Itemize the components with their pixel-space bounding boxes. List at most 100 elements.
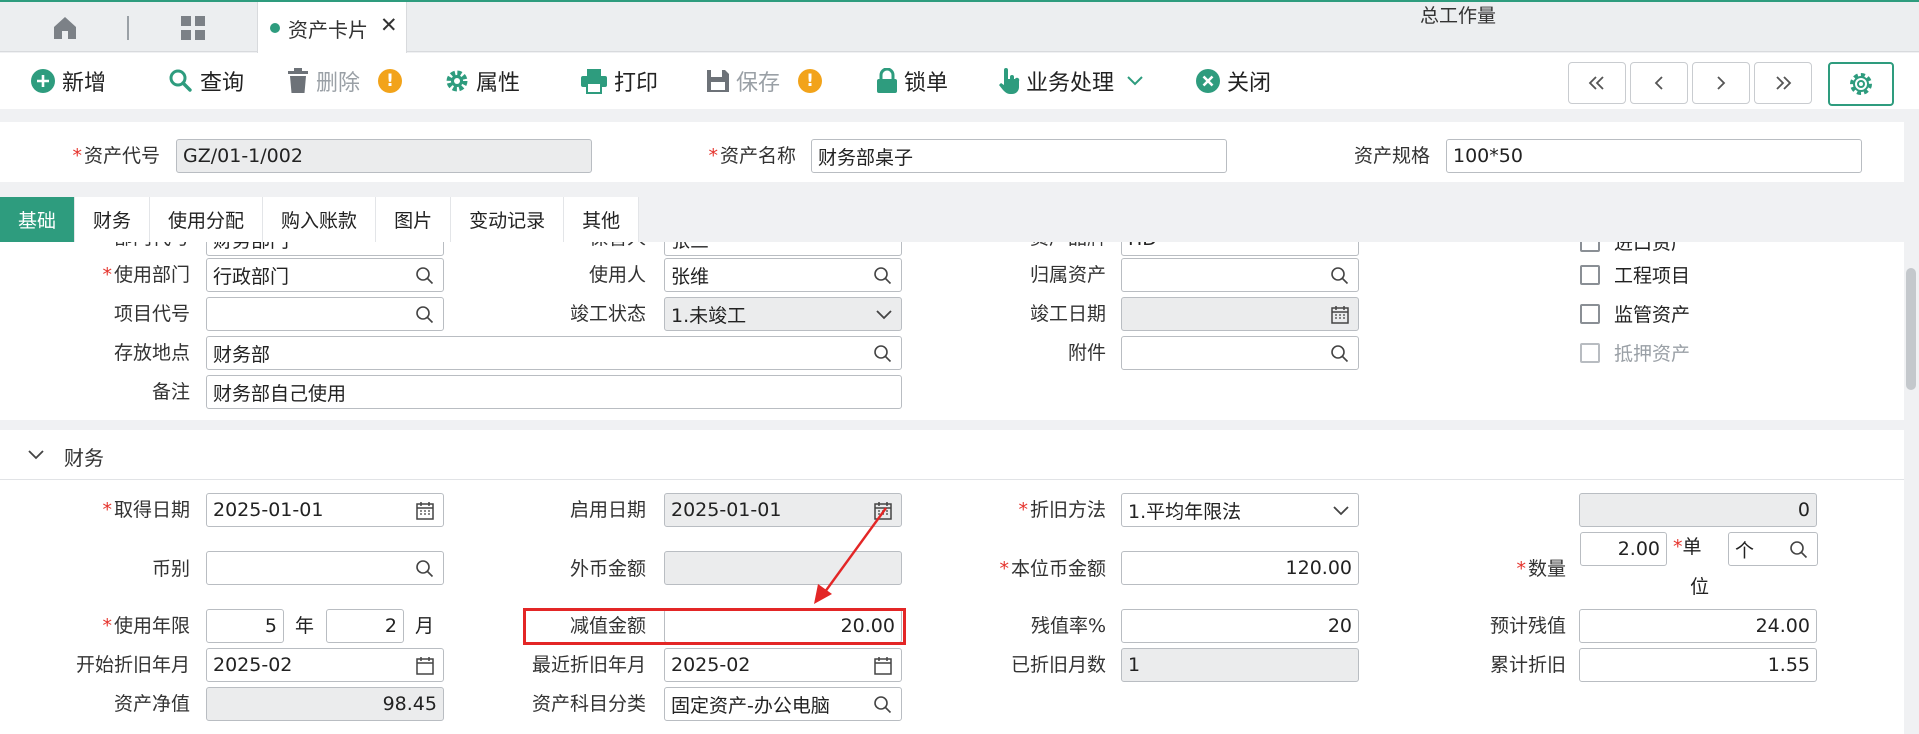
use-dept-field[interactable]: 行政部门	[206, 258, 444, 292]
asset-code-label: * 资产代号	[72, 145, 160, 167]
print-label: 打印	[614, 71, 659, 96]
expected-salvage-field[interactable]: 24.00	[1579, 609, 1817, 643]
recent-depr-field[interactable]: 2025-02	[664, 648, 902, 682]
tab-images[interactable]: 图片	[376, 197, 452, 242]
search-icon[interactable]	[415, 266, 435, 286]
user-field[interactable]: 张维	[664, 258, 902, 292]
asset-spec-field[interactable]: 100*50	[1446, 139, 1862, 173]
total-workload-field[interactable]: 0	[1579, 493, 1817, 527]
accum-depr-field[interactable]: 1.55	[1579, 648, 1817, 682]
local-amount-field[interactable]: 120.00	[1121, 551, 1359, 585]
remark-field[interactable]: 财务部自己使用	[206, 375, 902, 409]
quantity-field[interactable]: 2.00	[1580, 532, 1667, 566]
supervised-checkbox[interactable]	[1580, 304, 1600, 324]
print-button[interactable]: 打印	[580, 65, 658, 97]
start-depr-field[interactable]: 2025-02	[206, 648, 444, 682]
parent-asset-label: 归属资产	[1029, 264, 1106, 286]
asset-spec-label: 资产规格	[1353, 145, 1430, 167]
printer-icon	[581, 69, 607, 94]
tab-finance[interactable]: 财务	[75, 197, 151, 242]
asset-code-field[interactable]: GZ/01-1/002	[176, 139, 592, 173]
user-label: 使用人	[588, 264, 646, 286]
lock-button[interactable]: 锁单	[876, 65, 948, 97]
last-record-button[interactable]	[1754, 62, 1812, 104]
home-icon[interactable]	[49, 12, 81, 44]
location-field[interactable]: 财务部	[206, 336, 902, 370]
chevron-down-icon	[876, 310, 892, 320]
tab-changes[interactable]: 变动记录	[451, 197, 565, 242]
currency-field[interactable]	[206, 551, 444, 585]
search-icon[interactable]	[873, 266, 893, 286]
dept-code-field[interactable]: 财务部门	[206, 242, 444, 256]
search-icon[interactable]	[415, 559, 435, 579]
close-tab-icon[interactable]: ✕	[380, 13, 398, 37]
tab-asset-card[interactable]: 资产卡片 ✕	[257, 2, 407, 54]
keeper-field[interactable]: 张三	[664, 242, 902, 256]
depr-method-select[interactable]: 1.平均年限法	[1121, 493, 1359, 527]
business-dropdown[interactable]: 业务处理	[998, 65, 1144, 97]
tab-divider	[127, 16, 129, 40]
scrollbar[interactable]	[1906, 268, 1916, 390]
search-icon[interactable]	[1330, 266, 1350, 286]
currency-label: 币别	[151, 558, 190, 580]
next-record-button[interactable]	[1692, 62, 1750, 104]
search-icon[interactable]	[415, 305, 435, 325]
calendar-icon[interactable]	[1330, 305, 1350, 325]
search-icon[interactable]	[1789, 540, 1809, 560]
engineering-checkbox[interactable]	[1580, 265, 1600, 285]
tab-purchase[interactable]: 购入账款	[263, 197, 377, 242]
completion-date-field[interactable]	[1121, 297, 1359, 331]
calendar-icon[interactable]	[415, 656, 435, 676]
double-chevron-left-icon	[1588, 76, 1604, 90]
unit-field[interactable]: 个	[1728, 532, 1818, 566]
lock-label: 锁单	[904, 71, 949, 96]
impairment-highlight-box	[523, 608, 906, 645]
use-life-months-field[interactable]: 2	[326, 609, 404, 643]
settings-button[interactable]	[1828, 62, 1894, 106]
use-life-years-field[interactable]: 5	[206, 609, 284, 643]
chevron-right-icon	[1717, 76, 1726, 90]
depr-months-field[interactable]: 1	[1121, 648, 1359, 682]
search-icon[interactable]	[873, 344, 893, 364]
brand-field[interactable]: HD	[1121, 242, 1359, 256]
query-button[interactable]: 查询	[168, 65, 244, 97]
chevron-down-icon[interactable]	[26, 443, 46, 467]
unit-label-line2: 位	[1690, 576, 1710, 598]
attributes-button[interactable]: 属性	[444, 65, 520, 97]
completion-date-label: 竣工日期	[1029, 303, 1106, 325]
chevron-down-icon	[1333, 506, 1349, 516]
close-button[interactable]: 关闭	[1195, 65, 1271, 97]
grid-icon[interactable]	[177, 12, 209, 44]
project-code-field[interactable]	[206, 297, 444, 331]
attachment-field[interactable]	[1121, 336, 1359, 370]
calendar-icon[interactable]	[873, 656, 893, 676]
delete-button[interactable]: 删除 !	[286, 65, 403, 97]
search-icon[interactable]	[873, 695, 893, 715]
search-icon[interactable]	[1330, 344, 1350, 364]
accum-depr-label: 累计折旧	[1489, 654, 1566, 676]
save-button[interactable]: 保存 !	[706, 65, 823, 97]
use-life-label: * 使用年限	[102, 615, 190, 637]
asset-name-field[interactable]: 财务部桌子	[811, 139, 1227, 173]
completion-status-select[interactable]: 1.未竣工	[664, 297, 902, 331]
calendar-icon[interactable]	[415, 501, 435, 521]
finance-section-header[interactable]	[0, 430, 1904, 480]
parent-asset-field[interactable]	[1121, 258, 1359, 292]
tab-allocation[interactable]: 使用分配	[150, 197, 264, 242]
add-button[interactable]: 新增	[30, 65, 106, 97]
net-value-field[interactable]: 98.45	[206, 687, 444, 721]
mortgage-checkbox[interactable]	[1580, 343, 1600, 363]
active-dot-icon	[270, 23, 280, 33]
account-class-field[interactable]: 固定资产-办公电脑	[664, 687, 902, 721]
tab-basic[interactable]: 基础	[0, 197, 76, 242]
salvage-rate-field[interactable]: 20	[1121, 609, 1359, 643]
tab-label: 资产卡片	[288, 18, 368, 42]
acquire-date-field[interactable]: 2025-01-01	[206, 493, 444, 527]
remark-label: 备注	[151, 381, 190, 403]
tab-other[interactable]: 其他	[564, 197, 640, 242]
import-asset-checkbox[interactable]	[1580, 242, 1600, 252]
attributes-label: 属性	[476, 71, 521, 96]
first-record-button[interactable]	[1568, 62, 1626, 104]
previous-record-button[interactable]	[1630, 62, 1688, 104]
mortgage-label: 抵押资产	[1614, 343, 1691, 365]
